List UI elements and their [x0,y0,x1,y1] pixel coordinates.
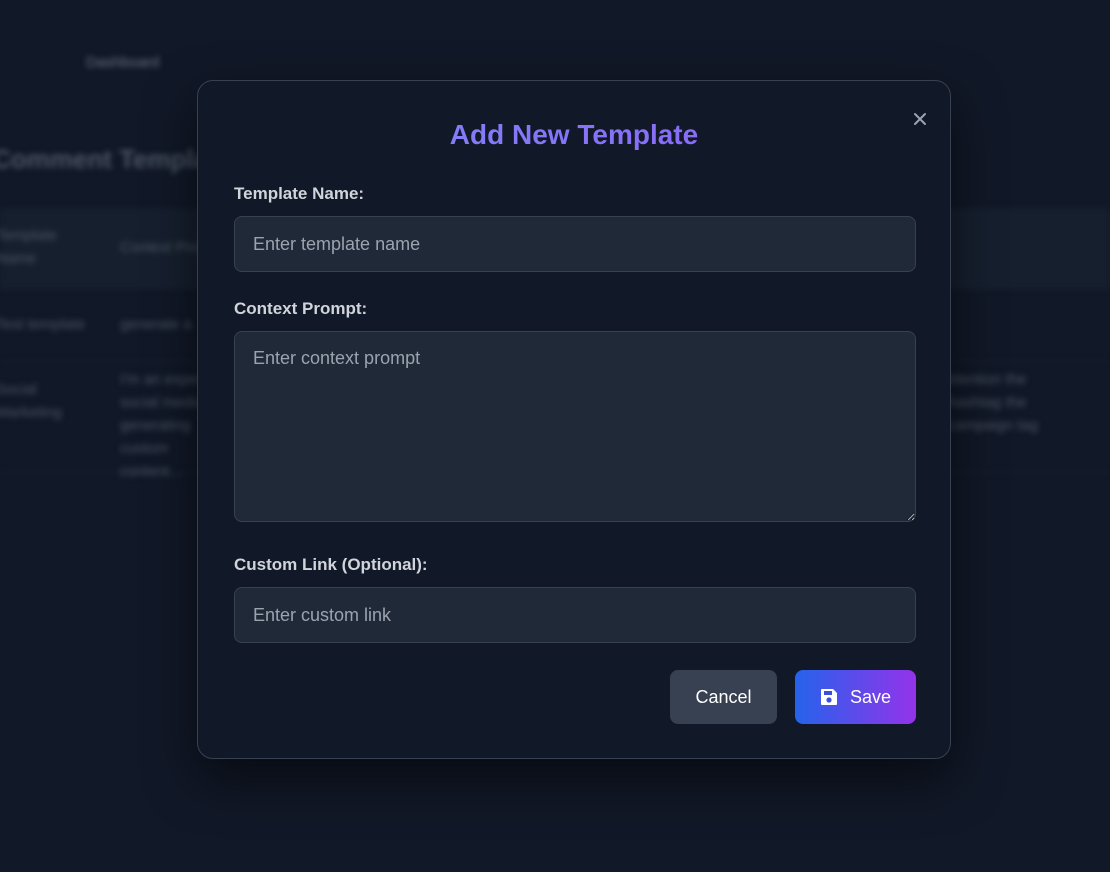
table-cell: Social Marketing [0,381,62,421]
table-header-cell: Template Name [0,227,57,267]
modal-title: Add New Template [198,119,950,151]
table-cell: Mention the hashtag the campaign tag [948,371,1039,434]
custom-link-label: Custom Link (Optional): [234,555,428,574]
context-prompt-label: Context Prompt: [234,299,368,318]
save-button[interactable]: Save [795,670,916,724]
breadcrumb: Dashboard [86,54,160,71]
template-name-label: Template Name: [234,184,365,203]
template-name-input[interactable] [234,216,916,272]
add-template-modal: Add New Template Template Name: Context … [197,80,951,759]
cancel-button-label: Cancel [695,686,752,707]
context-prompt-textarea[interactable] [234,331,916,522]
custom-link-input[interactable] [234,587,916,643]
table-cell: generate a [120,316,192,333]
floppy-disk-icon [820,689,837,705]
cancel-button[interactable]: Cancel [670,670,777,724]
table-cell: Test template [0,316,86,333]
save-button-label: Save [849,686,892,707]
